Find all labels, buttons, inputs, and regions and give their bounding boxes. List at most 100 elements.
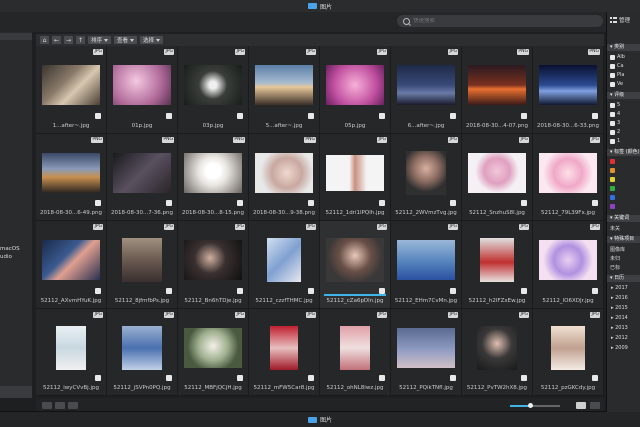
thumbnail-cell[interactable]: JPG 03p.jpg [178,46,249,134]
thumbnail-cell[interactable]: PNG 2018-08-30...9-38.png [249,133,320,221]
manage-button[interactable]: 管理 [607,16,630,24]
select-checkbox[interactable] [95,112,101,119]
thumbnail-cell[interactable]: JPG 52112_MBFjQCjH.jpg [178,308,249,396]
select-checkbox[interactable] [450,375,456,381]
select-checkbox[interactable] [95,375,101,381]
photo-thumbnail[interactable] [539,65,597,105]
photo-thumbnail[interactable] [255,152,313,193]
panel-filter-row[interactable]: 3 [610,120,620,126]
share-button[interactable] [68,402,78,409]
photo-thumbnail[interactable] [184,152,242,193]
forward-button[interactable]: → [64,36,73,44]
photo-thumbnail[interactable] [468,65,526,105]
panel-filter-row[interactable] [610,186,617,191]
photo-thumbnail[interactable] [480,238,514,282]
calendar-year[interactable]: ▸ 2009 [611,345,628,351]
color-label-swatch[interactable] [610,195,615,200]
select-checkbox[interactable] [592,112,598,119]
thumbnail-cell[interactable]: JPG 5...after~.jpg [249,46,320,134]
panel-section-header[interactable]: ▾ 标签 (颜色) [607,149,640,156]
panel-section-header[interactable]: ▾ 评级 [607,92,640,99]
photo-thumbnail[interactable] [184,240,242,280]
search-input[interactable] [410,18,593,24]
filter-checkbox[interactable] [610,120,615,126]
thumbnail-cell[interactable]: JPG 05p.jpg [320,46,391,134]
photo-thumbnail[interactable] [326,238,384,282]
select-checkbox[interactable] [166,287,172,294]
thumbnail-cell[interactable]: JPG 1...after~.jpg [36,46,107,134]
thumbnail-cell[interactable]: JPG 52112_PQikTNfl.jpg [391,308,462,396]
thumbnail-cell[interactable]: JPG 52112_iwyCVvBj.jpg [36,308,107,396]
home-button[interactable]: ⌂ [40,36,49,44]
photo-thumbnail[interactable] [397,65,455,105]
calendar-year[interactable]: ▸ 2017 [611,285,628,291]
search-box[interactable] [397,15,603,27]
calendar-year[interactable]: ▸ 2016 [611,295,628,301]
select-checkbox[interactable] [95,287,101,294]
calendar-year[interactable]: ▸ 2013 [611,325,628,331]
select-checkbox[interactable] [450,287,456,294]
select-checkbox[interactable] [308,375,314,381]
panel-section-header[interactable]: ▾ 日历 [607,275,640,282]
grid-view-button[interactable] [576,402,586,409]
photo-thumbnail[interactable] [267,238,301,282]
select-checkbox[interactable] [521,375,527,381]
up-button[interactable]: ↑ [76,36,85,44]
photo-thumbnail[interactable] [326,154,384,191]
select-checkbox[interactable] [450,200,456,206]
thumbnail-cell[interactable]: PNG 2018-08-30...8-15.png [178,133,249,221]
select-checkbox[interactable] [308,287,314,294]
photo-thumbnail[interactable] [184,327,242,368]
filter-checkbox[interactable] [610,129,615,135]
select-checkbox[interactable] [379,200,385,206]
select-checkbox[interactable] [592,287,598,294]
color-label-swatch[interactable] [610,204,615,209]
select-checkbox[interactable] [237,287,243,294]
panel-filter-row[interactable]: 4 [610,111,620,117]
zoom-slider-knob[interactable] [527,403,533,408]
photo-thumbnail[interactable] [122,325,162,370]
photo-thumbnail[interactable] [56,325,86,370]
panel-filter-row[interactable]: 未归 [610,255,620,262]
thumbnail-cell[interactable]: PNG 2018-08-30...4-07.png [462,46,533,134]
panel-filter-row[interactable] [610,159,617,164]
filter-checkbox[interactable] [610,54,615,60]
view-menu[interactable]: 查看 [114,36,138,44]
select-checkbox[interactable] [166,200,172,206]
photo-thumbnail[interactable] [340,325,370,370]
thumbnail-cell[interactable]: JPG 52112_EHm7CvMn.jpg [391,221,462,309]
panel-filter-row[interactable]: Pla [610,72,624,78]
thumbnail-cell[interactable]: JPG 52112_jSVPn0PQ.jpg [107,308,178,396]
select-checkbox[interactable] [592,375,598,381]
select-checkbox[interactable] [521,200,527,206]
photo-thumbnail[interactable] [42,65,100,105]
thumbnail-cell[interactable]: JPG 52112_SnzhuS8l.jpg [462,133,533,221]
thumbnail-cell[interactable]: JPG 52112_czzfTHMC.jpg [249,221,320,309]
rotate-right-button[interactable] [55,402,65,409]
panel-filter-row[interactable]: Ve [610,81,623,87]
photo-thumbnail[interactable] [397,327,455,368]
rotate-left-button[interactable] [42,402,52,409]
select-checkbox[interactable] [166,375,172,381]
panel-filter-row[interactable]: 图像库 [610,246,625,253]
panel-filter-row[interactable]: 2 [610,129,620,135]
panel-filter-row[interactable]: 未关 [610,225,620,232]
panel-filter-row[interactable] [610,168,617,173]
panel-filter-row[interactable]: 5 [610,102,620,108]
photo-thumbnail[interactable] [406,150,446,195]
list-view-button[interactable] [590,402,600,409]
panel-section-header[interactable]: ▾ 特殊项目 [607,236,640,243]
select-checkbox[interactable] [237,375,243,381]
select-checkbox[interactable] [379,112,385,119]
panel-filter-row[interactable]: Ca [610,63,624,69]
panel-filter-row[interactable] [610,204,617,209]
photo-thumbnail[interactable] [255,65,313,105]
back-button[interactable]: ← [52,36,61,44]
zoom-slider[interactable] [510,403,560,408]
thumbnail-cell[interactable]: JPG 6...after~.jpg [391,46,462,134]
panel-section-header[interactable]: ▾ 类别 [607,44,640,51]
photo-thumbnail[interactable] [42,152,100,193]
photo-thumbnail[interactable] [113,152,171,193]
thumbnail-cell[interactable]: JPG 52112_Bn6hTDje.jpg [178,221,249,309]
select-checkbox[interactable] [95,200,101,206]
